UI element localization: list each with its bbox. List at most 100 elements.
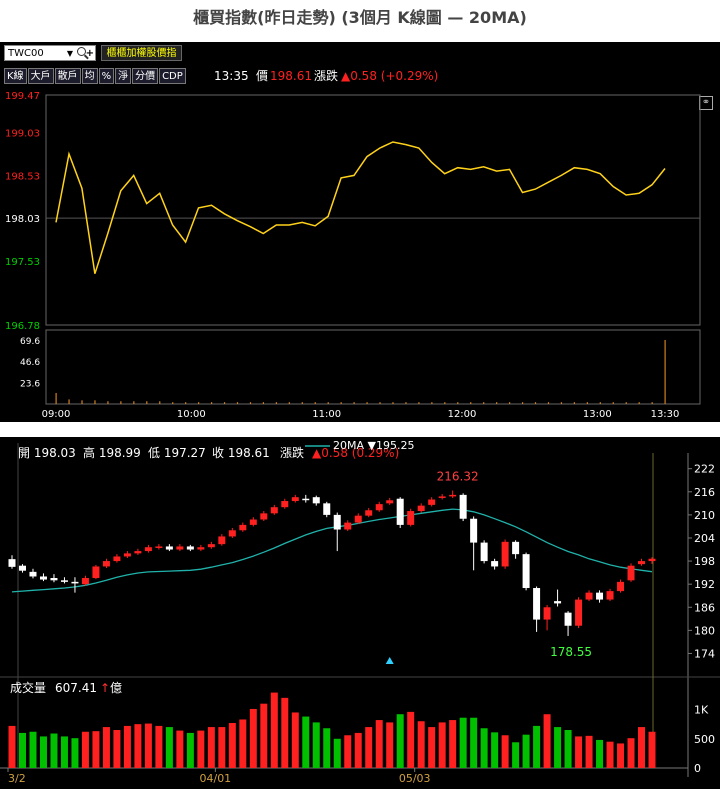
tool-button[interactable]: 散戶 — [54, 68, 81, 84]
y-tick-label: 197.53 — [5, 257, 40, 268]
candle-body — [60, 580, 68, 582]
y-tick-label: 198.53 — [5, 171, 40, 182]
volume-bar — [638, 402, 640, 404]
candle-body — [491, 561, 499, 567]
y-tick-label: 196.78 — [5, 321, 40, 332]
volume-bar — [418, 402, 420, 404]
y-tick-label: 174 — [694, 647, 715, 660]
volume-bar — [68, 399, 70, 404]
volume-bar — [323, 728, 331, 768]
symbol-input[interactable]: TWC00 ▼ + — [4, 45, 96, 61]
candle-body — [501, 541, 509, 567]
volume-bar — [651, 402, 653, 404]
volume-bar — [262, 402, 265, 404]
ohlc-open: 開 198.03 — [18, 446, 76, 460]
volume-bar — [133, 401, 135, 404]
candle-body — [648, 558, 656, 562]
otc-index-button[interactable]: 櫃櫃加權股價指 — [101, 45, 182, 61]
volume-bar — [102, 727, 110, 768]
volume-tick-label: 46.6 — [20, 358, 40, 368]
link-icon[interactable]: ⚭ — [699, 96, 713, 110]
volume-bar — [113, 730, 121, 768]
volume-tick-label: 1K — [694, 704, 709, 717]
plot-frame — [45, 94, 701, 326]
plus-icon[interactable]: + — [86, 46, 94, 62]
candle-body — [386, 500, 394, 504]
volume-bar — [301, 402, 303, 404]
candle-body — [438, 496, 446, 498]
candle-body — [8, 559, 16, 567]
y-tick-label: 186 — [694, 601, 715, 614]
candle-body — [50, 578, 58, 581]
candle-body — [144, 547, 152, 552]
candle-body — [197, 547, 205, 550]
candle-body — [459, 494, 467, 519]
quote-change-label: 漲跌 — [314, 69, 339, 83]
volume-bar — [627, 738, 635, 768]
volume-bar — [144, 723, 152, 768]
candle-body — [354, 515, 362, 523]
y-tick-label: 192 — [694, 578, 715, 591]
volume-bar — [353, 402, 355, 404]
candle-body — [176, 546, 184, 550]
candle-body — [92, 566, 100, 579]
volume-bar — [134, 724, 142, 768]
volume-bar — [81, 731, 89, 768]
tool-button[interactable]: CDP — [159, 68, 186, 84]
candle-body — [375, 504, 383, 511]
candle-body — [260, 513, 268, 520]
volume-bar — [417, 721, 425, 768]
volume-bar — [375, 720, 383, 768]
dropdown-arrow-icon[interactable]: ▼ — [67, 46, 73, 62]
candle-body — [480, 542, 488, 562]
candle-body — [29, 571, 37, 577]
y-tick-label: 210 — [694, 509, 715, 522]
ohlc-close: 收 198.61 — [212, 446, 270, 460]
volume-bar — [521, 402, 524, 404]
candle-body — [134, 551, 142, 554]
volume-bar — [379, 402, 381, 404]
candle-body — [533, 588, 541, 620]
quote-time: 13:35 — [214, 69, 249, 83]
volume-value: 607.41 — [55, 681, 97, 695]
volume-bar — [483, 402, 485, 404]
y-tick-label: 204 — [694, 532, 715, 545]
volume-bar — [564, 730, 572, 768]
volume-bar — [606, 741, 614, 768]
quote-price-label: 價 — [256, 69, 269, 83]
y-tick-label: 199.47 — [5, 91, 40, 102]
volume-bar — [146, 401, 148, 404]
candle-body — [102, 561, 110, 567]
candle-body — [302, 498, 310, 501]
volume-bar — [509, 402, 511, 404]
volume-bar — [249, 708, 257, 768]
volume-frame — [45, 329, 701, 405]
volume-bar — [512, 742, 520, 768]
tool-button[interactable]: 均 — [81, 68, 98, 84]
volume-bar — [55, 392, 57, 404]
volume-bar — [186, 732, 194, 768]
ma-legend-label: 20MA ▼195.25 — [333, 439, 414, 452]
tool-button[interactable]: 大戶 — [27, 68, 54, 84]
marker-triangle — [385, 657, 394, 664]
volume-bar — [438, 722, 446, 768]
tool-button[interactable]: % — [98, 68, 115, 84]
tool-button[interactable]: K線 — [4, 68, 27, 84]
volume-bar — [270, 692, 278, 768]
candle-body — [470, 518, 478, 543]
candle-body — [417, 505, 425, 512]
volume-tick-label: 69.6 — [20, 337, 40, 347]
candle-body — [638, 561, 646, 565]
candle-body — [333, 514, 341, 530]
tool-button[interactable]: 分價 — [132, 68, 159, 84]
volume-tick-label: 500 — [694, 733, 715, 746]
candle-body — [428, 499, 436, 505]
volume-bar — [431, 402, 433, 404]
candle-body — [596, 592, 604, 600]
volume-bar — [354, 732, 362, 768]
volume-bar — [123, 725, 131, 768]
candle-body — [281, 501, 289, 508]
tool-button[interactable]: 淨 — [115, 68, 132, 84]
volume-bar — [340, 402, 342, 404]
volume-bar — [501, 735, 509, 768]
